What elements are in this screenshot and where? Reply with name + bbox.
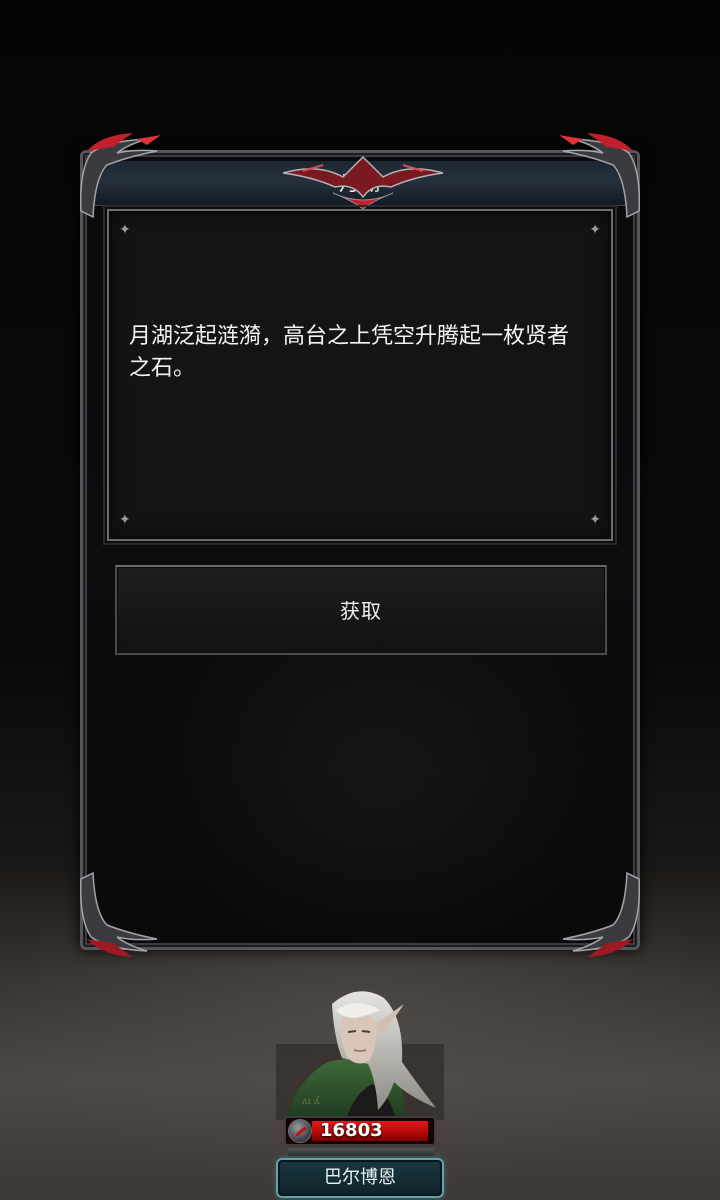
- corner-ornament: [77, 869, 167, 959]
- sword-icon: [288, 1119, 312, 1143]
- star-icon: ✦: [589, 222, 601, 238]
- star-icon: ✦: [119, 222, 131, 238]
- svg-text:ʌɪ ʎ: ʌɪ ʎ: [301, 1096, 320, 1107]
- character-name: 巴尔博恩: [324, 1167, 396, 1188]
- corner-ornament: [77, 131, 167, 221]
- event-dialog: 月湖: [79, 133, 641, 957]
- power-underbar: [288, 1148, 434, 1156]
- character-portrait[interactable]: ʌɪ ʎ: [276, 984, 444, 1120]
- message-panel: ✦ ✦ ✦ ✦ 月湖泛起涟漪，高台之上凭空升腾起一枚贤者之石。: [103, 205, 617, 545]
- title-ornament: [273, 143, 453, 213]
- corner-ornament: [553, 131, 643, 221]
- star-icon: ✦: [119, 512, 131, 528]
- character-name-plate[interactable]: 巴尔博恩: [276, 1158, 444, 1198]
- obtain-button-label: 获取: [340, 599, 382, 623]
- corner-ornament: [553, 869, 643, 959]
- event-message: 月湖泛起涟漪，高台之上凭空升腾起一枚贤者之石。: [129, 324, 570, 381]
- power-bar: 16803: [284, 1116, 436, 1146]
- game-screen: 月湖: [0, 0, 720, 1200]
- star-icon: ✦: [589, 512, 601, 528]
- power-value: 16803: [320, 1120, 383, 1141]
- obtain-button[interactable]: 获取: [115, 565, 607, 655]
